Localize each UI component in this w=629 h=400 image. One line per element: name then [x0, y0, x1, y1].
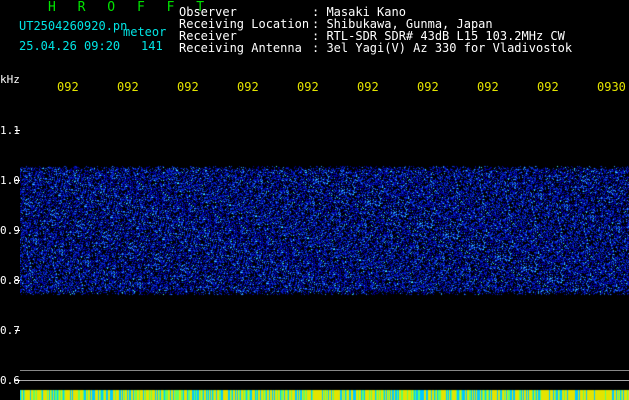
x-tick-label: 092: [357, 80, 379, 94]
x-tick-label: 0930: [597, 80, 626, 94]
x-tick-label: 092: [537, 80, 559, 94]
baseline-line: [20, 380, 629, 381]
antenna-value: : 3el Yagi(V) Az 330 for Vladivostok: [312, 41, 573, 55]
spectrogram-canvas: [20, 100, 629, 400]
x-tick-label: 092: [57, 80, 79, 94]
datetime-label: 25.04.26 09:20: [19, 39, 121, 53]
x-tick-label: 092: [297, 80, 319, 94]
y-axis-unit: kHz: [0, 73, 20, 86]
x-tick-label: 092: [477, 80, 499, 94]
count-label: 141: [141, 39, 163, 53]
x-tick-label: 092: [237, 80, 259, 94]
spectrogram-plot: [20, 100, 629, 400]
filename-label: UT2504260920.pn: [19, 19, 128, 33]
x-tick-label: 092: [117, 80, 139, 94]
antenna-label: Receiving Antenna: [179, 41, 302, 55]
x-tick-label: 092: [417, 80, 439, 94]
x-tick-label: 092: [177, 80, 199, 94]
subtitle-label: meteor: [123, 25, 167, 39]
baseline-line: [20, 370, 629, 371]
